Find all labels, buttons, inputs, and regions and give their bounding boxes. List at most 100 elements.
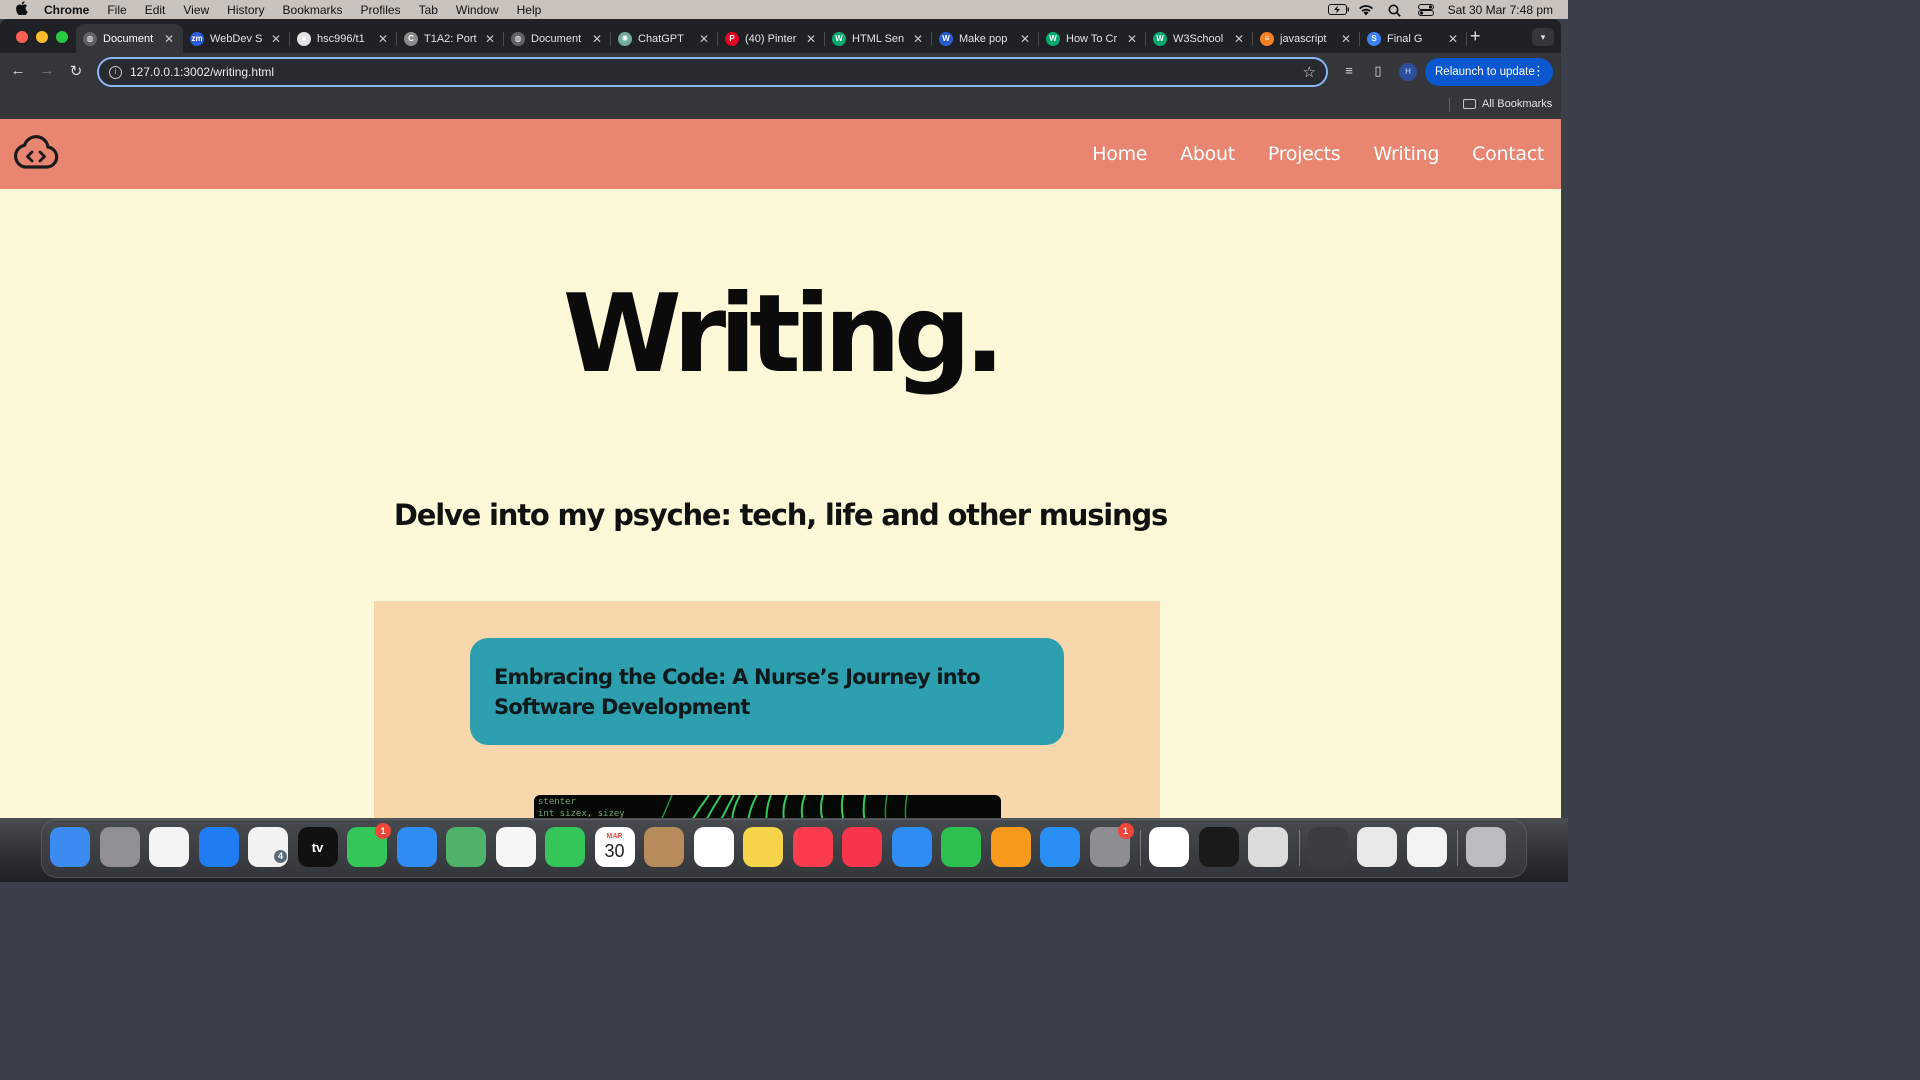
minimize-window-button[interactable]	[36, 31, 48, 43]
browser-tab[interactable]: W Make pop ✕	[932, 24, 1039, 53]
tab-close-icon[interactable]: ✕	[912, 32, 924, 46]
menu-tab[interactable]: Tab	[410, 3, 447, 17]
vscode-icon[interactable]	[1149, 827, 1189, 867]
tab-close-icon[interactable]: ✕	[1233, 32, 1245, 46]
apple-tv-icon[interactable]: tv	[297, 827, 338, 867]
nav-writing-link[interactable]: Writing	[1373, 143, 1439, 165]
facetime-icon[interactable]	[545, 827, 585, 867]
notes-icon[interactable]	[743, 827, 783, 867]
article-image: stenter int sizex, sizey	[534, 795, 1001, 818]
menu-app-name[interactable]: Chrome	[44, 3, 98, 17]
keynote-icon[interactable]	[891, 827, 932, 867]
close-window-button[interactable]	[16, 31, 28, 43]
menu-file[interactable]: File	[98, 3, 135, 17]
recent-window-3-icon[interactable]	[1406, 827, 1447, 867]
numbers-icon[interactable]	[941, 827, 981, 867]
address-bar[interactable]: i ☆	[97, 57, 1328, 87]
trash-icon[interactable]	[1466, 827, 1506, 867]
browser-tab[interactable]: ◍ Document ✕	[504, 24, 611, 53]
doc-icon: W	[939, 31, 953, 46]
dock-separator	[1298, 830, 1300, 866]
wifi-icon[interactable]	[1358, 4, 1374, 16]
back-arrow-icon[interactable]: ←	[9, 62, 27, 79]
tab-close-icon[interactable]: ✕	[1447, 32, 1459, 46]
launchpad-icon[interactable]	[99, 827, 140, 867]
menu-profiles[interactable]: Profiles	[352, 3, 410, 17]
browser-tab[interactable]: W W3School ✕	[1146, 24, 1253, 53]
site-info-icon[interactable]: i	[109, 65, 122, 79]
reload-icon[interactable]: ↻	[67, 62, 85, 80]
article-card[interactable]: Embracing the Code: A Nurse’s Journey in…	[470, 638, 1064, 745]
app-store-icon[interactable]	[1040, 827, 1080, 867]
tab-close-icon[interactable]: ✕	[377, 32, 389, 46]
all-bookmarks-button[interactable]: All Bookmarks	[1463, 98, 1552, 110]
finder-icon[interactable]	[50, 827, 90, 867]
menu-window[interactable]: Window	[447, 3, 508, 17]
menu-bookmarks[interactable]: Bookmarks	[274, 3, 352, 17]
browser-tab[interactable]: P (40) Pinter ✕	[718, 24, 825, 53]
tab-close-icon[interactable]: ✕	[591, 32, 603, 46]
recent-window-2-icon[interactable]	[1357, 827, 1397, 867]
url-input[interactable]	[130, 65, 1230, 79]
code-image-graphic: stenter int sizex, sizey	[538, 795, 908, 818]
new-tab-plus-icon[interactable]: +	[1470, 26, 1481, 47]
pages-icon[interactable]	[990, 827, 1031, 867]
relaunch-to-update-button[interactable]: Relaunch to update ⋮	[1425, 58, 1553, 86]
browser-tab[interactable]: W How To Cr ✕	[1039, 24, 1146, 53]
tab-close-icon[interactable]: ✕	[1126, 32, 1138, 46]
menu-history[interactable]: History	[218, 3, 273, 17]
browser-tab[interactable]: ● hsc996/t1 ✕	[290, 24, 397, 53]
browser-tab[interactable]: ◍ Document ✕	[76, 24, 183, 53]
more-menu-icon[interactable]: ⋮	[1532, 63, 1545, 79]
tab-close-icon[interactable]: ✕	[1340, 32, 1352, 46]
tab-close-icon[interactable]: ✕	[270, 32, 282, 46]
menu-help[interactable]: Help	[508, 3, 551, 17]
reminders-icon[interactable]	[693, 827, 734, 867]
control-center-icon[interactable]	[1417, 4, 1434, 16]
calendar-icon[interactable]: MAR 30	[594, 827, 635, 867]
w3schools-icon: W	[832, 31, 846, 46]
tab-title: W3School	[1173, 32, 1224, 45]
side-panel-icon[interactable]: ▯	[1370, 63, 1386, 79]
battery-charging-icon[interactable]	[1327, 4, 1349, 15]
bookmark-star-icon[interactable]: ☆	[1303, 63, 1316, 81]
spotlight-search-icon[interactable]	[1388, 4, 1404, 17]
tab-title: How To Cr	[1066, 32, 1118, 45]
forward-arrow-icon[interactable]: →	[38, 62, 56, 79]
menu-view[interactable]: View	[174, 3, 218, 17]
browser-tab[interactable]: W HTML Sen ✕	[825, 24, 932, 53]
music-icon[interactable]	[792, 827, 833, 867]
browser-tab[interactable]: ≡ javascript ✕	[1253, 24, 1360, 53]
browser-tab[interactable]: zm WebDev S ✕	[183, 24, 290, 53]
tab-close-icon[interactable]: ✕	[163, 32, 175, 46]
tab-close-icon[interactable]: ✕	[805, 32, 817, 46]
nav-home-link[interactable]: Home	[1092, 143, 1147, 165]
profile-avatar[interactable]: H	[1399, 63, 1417, 81]
nav-contact-link[interactable]: Contact	[1472, 143, 1544, 165]
safari-icon[interactable]	[198, 827, 239, 867]
tab-close-icon[interactable]: ✕	[1019, 32, 1031, 46]
maximize-window-button[interactable]	[56, 31, 68, 43]
mail-icon[interactable]	[396, 827, 437, 867]
news-icon[interactable]	[842, 827, 882, 867]
recent-window-1-icon[interactable]	[1307, 827, 1348, 867]
contacts-icon[interactable]	[644, 827, 684, 867]
maps-icon[interactable]	[446, 827, 486, 867]
terminal-icon[interactable]	[1198, 827, 1239, 867]
tab-close-icon[interactable]: ✕	[698, 32, 710, 46]
freeform-icon[interactable]	[149, 827, 189, 867]
apple-menu-icon[interactable]	[0, 1, 44, 18]
cloud-code-logo-icon[interactable]	[11, 133, 61, 173]
photos-icon[interactable]	[495, 827, 536, 867]
browser-tab[interactable]: S Final G ✕	[1360, 24, 1467, 53]
tab-search-chevron-icon[interactable]: ▾	[1532, 28, 1554, 46]
nav-projects-link[interactable]: Projects	[1268, 143, 1341, 165]
menubar-clock[interactable]: Sat 30 Mar 7:48 pm	[1448, 3, 1553, 17]
browser-tab[interactable]: ✺ ChatGPT ✕	[611, 24, 718, 53]
nav-about-link[interactable]: About	[1180, 143, 1235, 165]
browser-tab[interactable]: C T1A2: Port ✕	[397, 24, 504, 53]
preview-icon[interactable]	[1248, 827, 1288, 867]
menu-edit[interactable]: Edit	[136, 3, 175, 17]
tab-close-icon[interactable]: ✕	[484, 32, 496, 46]
reading-list-icon[interactable]: ≡	[1341, 63, 1357, 79]
